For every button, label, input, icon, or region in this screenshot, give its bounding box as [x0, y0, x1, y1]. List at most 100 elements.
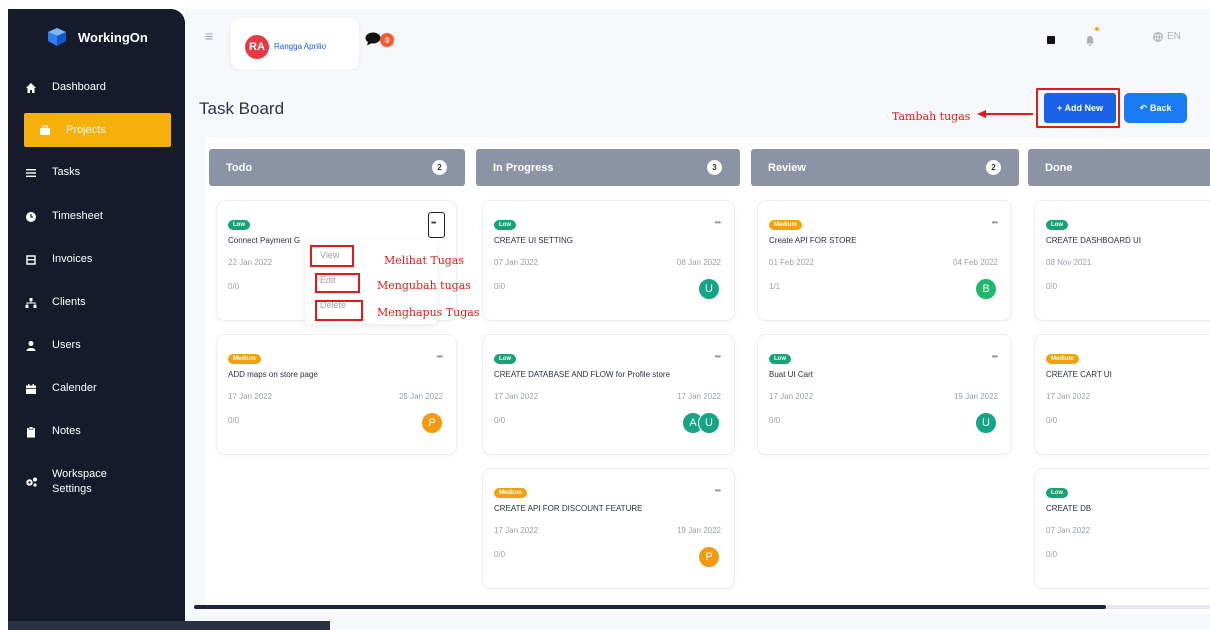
priority-badge: Medium: [1046, 354, 1079, 364]
user-name: Rangga Aprilio: [274, 42, 327, 51]
page-title: Task Board: [199, 99, 285, 118]
annotation-add: Tambah tugas: [892, 110, 971, 123]
back-button[interactable]: ↶ Back: [1124, 93, 1187, 123]
app-root: WorkingOn Dashboard Projects Tasks Times…: [0, 0, 1210, 630]
task-title: ADD maps on store page: [228, 370, 318, 379]
sidebar-item-clients[interactable]: Clients: [24, 295, 86, 310]
task-card[interactable]: Low CREATE DB 07 Jan 2022 0/0: [1034, 468, 1210, 589]
add-new-label: + Add New: [1057, 103, 1103, 113]
task-progress: 0/0: [228, 282, 240, 291]
task-card[interactable]: Medium CREATE CART UI 17 Jan 2022 0/0: [1034, 334, 1210, 455]
home-icon: [24, 81, 38, 95]
task-start-date: 07 Jan 2022: [1046, 526, 1091, 535]
more-options-icon: •••: [431, 220, 436, 227]
sidebar-item-invoices[interactable]: Invoices: [24, 252, 92, 267]
top-header: ≡ RA Rangga Aprilio 0 EN: [185, 9, 1210, 71]
task-end-date: 19 Jan 2022: [953, 392, 998, 401]
task-title: CREATE DASHBOARD UI: [1046, 236, 1141, 245]
task-card[interactable]: Low CREATE UI SETTING ••• 07 Jan 2022 08…: [482, 200, 735, 321]
chat-button[interactable]: 0: [365, 31, 405, 51]
sidebar-item-label: Notes: [52, 425, 81, 437]
sidebar-item-label: Calender: [52, 382, 97, 394]
highlight-box-edit: [315, 273, 360, 293]
assignee-avatar: P: [421, 412, 443, 434]
task-card[interactable]: Low Buat UI Cart ••• 17 Jan 2022 19 Jan …: [757, 334, 1012, 455]
sidebar-item-tasks[interactable]: Tasks: [24, 165, 80, 180]
more-options-icon[interactable]: •••: [715, 352, 721, 361]
more-options-icon[interactable]: •••: [715, 218, 721, 227]
priority-badge: Low: [494, 354, 516, 364]
sidebar-item-projects[interactable]: Projects: [24, 113, 171, 147]
user-chip[interactable]: RA Rangga Aprilio: [231, 18, 359, 70]
column-name: Review: [768, 162, 806, 174]
task-card[interactable]: Medium Create API FOR STORE ••• 01 Feb 2…: [757, 200, 1012, 321]
assignee-avatar: B: [975, 278, 997, 300]
cogs-icon: [24, 475, 38, 489]
hamburger-icon[interactable]: ≡: [205, 28, 213, 44]
task-start-date: 17 Jan 2022: [769, 392, 814, 401]
task-start-date: 08 Nov 2021: [1046, 258, 1092, 267]
task-end-date: 17 Jan 2022: [676, 392, 721, 401]
priority-badge: Low: [769, 354, 791, 364]
calendar-icon: [24, 382, 38, 396]
task-card[interactable]: Low CREATE DASHBOARD UI 08 Nov 2021 0/0: [1034, 200, 1210, 321]
task-title: CREATE UI SETTING: [494, 236, 573, 245]
column-header-review: Review 2: [751, 149, 1019, 186]
more-options-icon[interactable]: •••: [715, 486, 721, 495]
priority-badge: Low: [1046, 488, 1068, 498]
task-start-date: 22 Jan 2022: [228, 258, 273, 267]
task-title: CREATE DATABASE AND FLOW for Profile sto…: [494, 370, 671, 379]
sidebar-item-label: Timesheet: [52, 210, 103, 222]
task-progress: 0/0: [494, 416, 506, 425]
column-header-todo: Todo 2: [209, 149, 465, 186]
horizontal-scrollbar-thumb[interactable]: [194, 605, 1106, 609]
sidebar-item-label: Dashboard: [52, 81, 106, 93]
task-board: Todo 2 In Progress 3 Review 2 Done Low C…: [205, 137, 1210, 612]
card-more-options-button[interactable]: •••: [428, 212, 445, 238]
column-name: In Progress: [493, 162, 554, 174]
column-count-badge: 3: [707, 160, 722, 175]
task-start-date: 17 Jan 2022: [494, 526, 539, 535]
highlight-box-delete: [315, 300, 363, 321]
user-icon: [24, 339, 38, 353]
task-progress: 0/0: [228, 416, 240, 425]
task-start-date: 07 Jan 2022: [494, 258, 539, 267]
sidebar-item-dashboard[interactable]: Dashboard: [24, 80, 106, 95]
task-card[interactable]: Medium ADD maps on store page ••• 17 Jan…: [216, 334, 457, 455]
task-title: CREATE API FOR DISCOUNT FEATURE: [494, 504, 643, 513]
task-start-date: 17 Jan 2022: [1046, 392, 1091, 401]
sidebar-item-workspace-settings[interactable]: Workspace Settings: [24, 467, 107, 497]
task-start-date: 17 Jan 2022: [494, 392, 539, 401]
sidebar-item-label: Projects: [66, 123, 106, 136]
task-card[interactable]: Low CREATE DATABASE AND FLOW for Profile…: [482, 334, 735, 455]
annotation-arrow-icon: [977, 110, 1033, 118]
more-options-icon[interactable]: •••: [992, 218, 998, 227]
notification-button[interactable]: [1081, 27, 1101, 49]
sidebar-item-notes[interactable]: Notes: [24, 424, 81, 439]
more-options-icon[interactable]: •••: [437, 352, 443, 361]
task-title: Connect Payment G: [228, 236, 301, 245]
column-header-done: Done: [1028, 149, 1210, 186]
more-options-icon[interactable]: •••: [992, 352, 998, 361]
list-icon: [24, 166, 38, 180]
add-new-button[interactable]: + Add New: [1044, 93, 1116, 123]
bell-icon: [1086, 36, 1094, 46]
sidebar-item-users[interactable]: Users: [24, 338, 81, 353]
assignee-avatar: P: [698, 546, 720, 568]
chat-count-badge: 0: [380, 33, 394, 47]
clock-icon: [24, 210, 38, 224]
clipboard-icon: [24, 425, 38, 439]
task-progress: 1/1: [769, 282, 781, 291]
status-bar: [8, 621, 330, 630]
priority-badge: Low: [494, 220, 516, 230]
assignee-avatar: U: [698, 278, 720, 300]
sidebar-item-calender[interactable]: Calender: [24, 381, 97, 396]
theme-toggle-icon[interactable]: [1047, 36, 1055, 44]
back-label: Back: [1150, 103, 1172, 113]
task-card[interactable]: Medium CREATE API FOR DISCOUNT FEATURE •…: [482, 468, 735, 589]
priority-badge: Medium: [769, 220, 802, 230]
sidebar-item-timesheet[interactable]: Timesheet: [24, 209, 103, 224]
language-selector[interactable]: EN: [1153, 31, 1181, 42]
top-strip: [0, 0, 1210, 9]
brand[interactable]: WorkingOn: [46, 26, 148, 48]
